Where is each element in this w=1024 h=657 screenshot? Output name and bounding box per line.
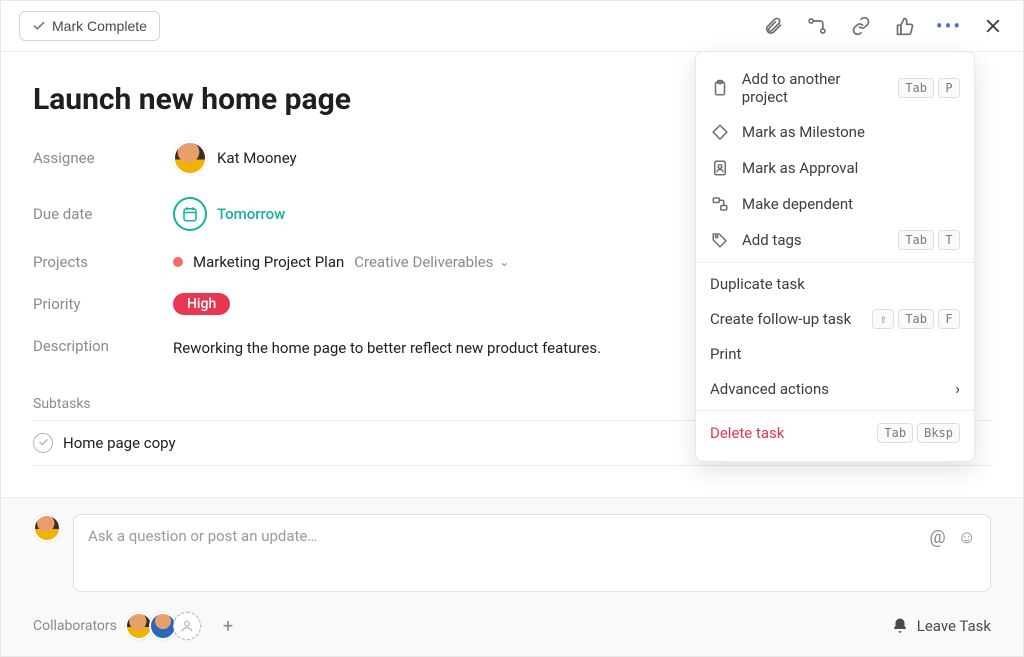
attachment-icon[interactable] <box>761 14 785 38</box>
menu-item[interactable]: Add to another project TabP <box>696 62 974 114</box>
priority-value[interactable]: High <box>173 293 230 315</box>
menu-item[interactable]: Duplicate task <box>696 267 974 301</box>
collaborator-placeholder-avatar[interactable] <box>173 612 201 640</box>
tag-icon <box>710 230 730 250</box>
due-date-text: Tomorrow <box>217 205 285 223</box>
project-color-dot <box>173 257 183 267</box>
menu-item-label: Add to another project <box>742 70 889 106</box>
like-icon[interactable] <box>893 14 917 38</box>
menu-item-label: Print <box>710 345 741 363</box>
menu-item-label: Make dependent <box>742 195 853 213</box>
subtask-icon[interactable] <box>805 14 829 38</box>
bell-icon <box>891 617 909 635</box>
keyboard-shortcut-key: Bksp <box>917 423 960 443</box>
check-icon <box>32 19 46 33</box>
menu-item[interactable]: Print <box>696 337 974 371</box>
mention-icon[interactable]: @ <box>929 527 945 548</box>
priority-pill: High <box>173 293 230 315</box>
keyboard-shortcut-key: Tab <box>898 78 934 98</box>
due-date-label: Due date <box>33 205 173 223</box>
project-section-label: Creative Deliverables <box>354 253 493 271</box>
keyboard-shortcut-key: Tab <box>877 423 913 443</box>
menu-item-label: Duplicate task <box>710 275 805 293</box>
topbar: Mark Complete ••• <box>1 1 1023 52</box>
due-date-value[interactable]: Tomorrow <box>173 197 285 231</box>
menu-item-label: Mark as Approval <box>742 159 858 177</box>
close-icon[interactable] <box>981 14 1005 38</box>
keyboard-shortcut-key: T <box>938 230 960 250</box>
menu-item[interactable]: Add tags TabT <box>696 222 974 258</box>
more-actions-button[interactable]: ••• <box>937 14 961 38</box>
keyboard-shortcut-key: Tab <box>898 309 934 329</box>
menu-item[interactable]: Advanced actions › <box>696 371 974 406</box>
menu-item[interactable]: Mark as Milestone <box>696 114 974 150</box>
mark-complete-button[interactable]: Mark Complete <box>19 11 160 41</box>
menu-item-label: Mark as Milestone <box>742 123 865 141</box>
assignee-name: Kat Mooney <box>217 149 297 167</box>
menu-item[interactable]: Create follow-up task ⇧TabF <box>696 301 974 337</box>
calendar-icon <box>173 197 207 231</box>
topbar-actions: ••• <box>761 14 1005 38</box>
task-detail-pane: Mark Complete ••• Launch new home page <box>0 0 1024 657</box>
menu-item-label: Create follow-up task <box>710 310 851 328</box>
projects-value[interactable]: Marketing Project Plan Creative Delivera… <box>173 253 509 271</box>
add-collaborator-button[interactable]: + <box>223 616 233 637</box>
keyboard-shortcut-key: P <box>938 78 960 98</box>
collaborators-label: Collaborators <box>33 618 117 634</box>
diamond-icon <box>710 122 730 142</box>
mark-complete-label: Mark Complete <box>52 18 147 34</box>
menu-item-label: Advanced actions <box>710 380 829 398</box>
emoji-icon[interactable]: ☺ <box>958 527 976 548</box>
menu-item[interactable]: Delete task TabBksp <box>696 415 974 451</box>
leave-task-label: Leave Task <box>917 617 991 635</box>
chevron-right-icon: › <box>955 379 960 398</box>
project-name: Marketing Project Plan <box>193 253 344 271</box>
projects-label: Projects <box>33 253 173 271</box>
menu-item-label: Add tags <box>742 231 802 249</box>
current-user-avatar <box>33 514 61 542</box>
menu-item[interactable]: Make dependent <box>696 186 974 222</box>
chevron-down-icon: ⌄ <box>499 255 509 269</box>
approval-icon <box>710 158 730 178</box>
menu-item[interactable]: Mark as Approval <box>696 150 974 186</box>
description-text[interactable]: Reworking the home page to better reflec… <box>173 337 601 360</box>
keyboard-shortcut-key: ⇧ <box>872 309 894 329</box>
depend-icon <box>710 194 730 214</box>
leave-task-button[interactable]: Leave Task <box>891 617 991 635</box>
link-icon[interactable] <box>849 14 873 38</box>
comment-input[interactable]: Ask a question or post an update… @ ☺ <box>73 514 991 592</box>
project-section-select[interactable]: Creative Deliverables ⌄ <box>354 253 509 271</box>
assignee-label: Assignee <box>33 149 173 167</box>
collaborators: Collaborators + <box>33 612 233 640</box>
assignee-avatar <box>173 141 207 175</box>
keyboard-shortcut-key: Tab <box>898 230 934 250</box>
collaborator-avatars[interactable] <box>129 612 201 640</box>
more-actions-menu: Add to another projectTabPMark as Milest… <box>695 51 975 462</box>
subtask-check-icon[interactable] <box>33 433 53 453</box>
comment-placeholder: Ask a question or post an update… <box>88 527 317 579</box>
clipboard-icon <box>710 78 730 98</box>
description-label: Description <box>33 337 173 355</box>
keyboard-shortcut-key: F <box>938 309 960 329</box>
assignee-value[interactable]: Kat Mooney <box>173 141 297 175</box>
priority-label: Priority <box>33 295 173 313</box>
comment-area: Ask a question or post an update… @ ☺ Co… <box>1 497 1023 656</box>
subtask-title: Home page copy <box>63 434 176 452</box>
menu-item-label: Delete task <box>710 424 784 442</box>
